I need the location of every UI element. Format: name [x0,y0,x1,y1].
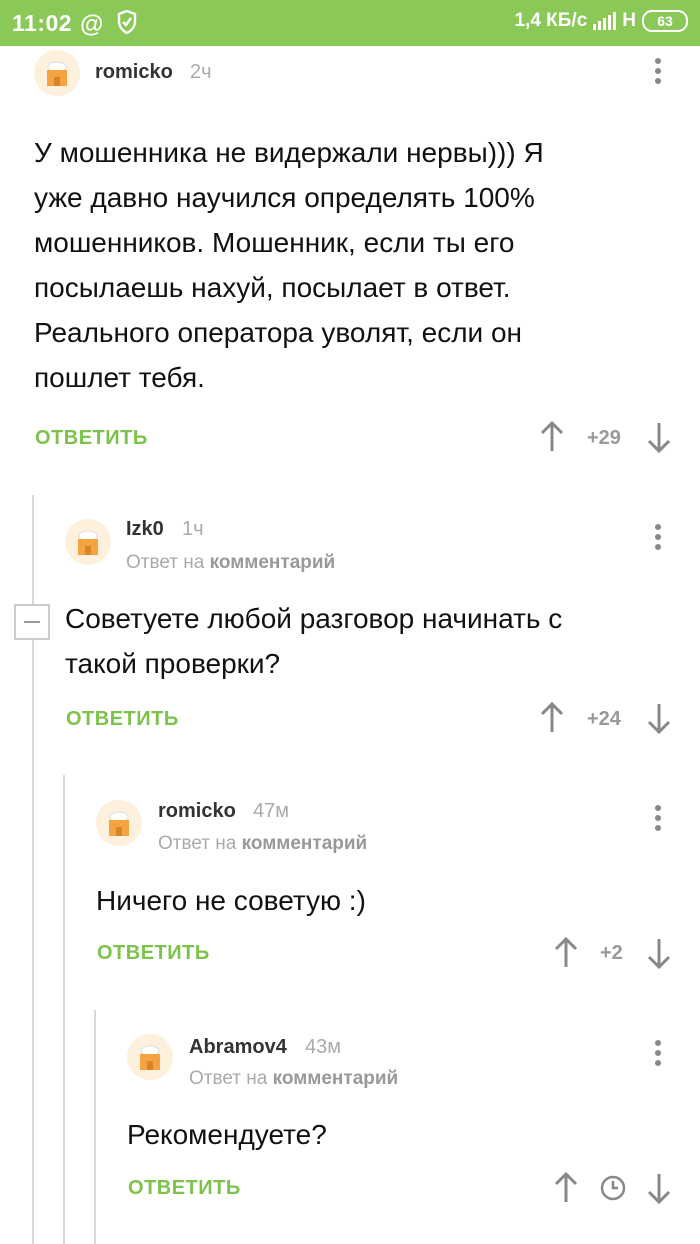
downvote-icon[interactable] [647,937,671,969]
more-menu-icon[interactable] [648,58,668,88]
comment-body: Ничего не советую :) [96,878,366,923]
shield-icon [117,9,137,39]
reply-to-prefix: Ответ на [189,1068,268,1089]
upvote-icon[interactable] [540,421,564,453]
reply-to-prefix: Ответ на [158,833,237,854]
comment-line: мошенников. Мошенник, если ты его [34,227,515,258]
comment-line: посылаешь нахуй, посылает в ответ. [34,272,511,303]
reply-button[interactable]: ОТВЕТИТЬ [97,942,210,965]
comment-line: уже давно научился определять 100% [34,182,535,213]
reply-to: Ответ на комментарий [126,552,335,574]
reply-to-link[interactable]: комментарий [210,552,336,573]
reply-to: Ответ на комментарий [158,833,367,855]
downvote-icon[interactable] [647,421,671,453]
avatar[interactable] [34,50,80,96]
reply-to: Ответ на комментарий [189,1068,398,1090]
rating-value: +2 [600,942,623,964]
reply-button[interactable]: ОТВЕТИТЬ [66,708,179,731]
at-icon: @ [80,10,104,38]
comment-time: 2ч [190,61,212,83]
comment-time: 1ч [182,518,204,540]
reply-button[interactable]: ОТВЕТИТЬ [128,1177,241,1200]
comment-line: Ничего не советую :) [96,885,366,916]
battery-level: 63 [657,13,673,29]
battery-icon: 63 [642,10,688,32]
upvote-icon[interactable] [540,702,564,734]
comment-body: У мошенника не видержали нервы))) Я уже … [34,130,544,400]
comment-author[interactable]: romicko [158,800,236,823]
downvote-icon[interactable] [647,702,671,734]
comment-line: такой проверки? [65,648,281,679]
rating-value: +29 [587,427,621,449]
comment-line: пошлет тебя. [34,362,205,393]
comment-line: Советуете любой разговор начинать с [65,603,563,634]
network-type: H [622,10,636,31]
comment-author[interactable]: romicko [95,61,173,84]
collapse-thread-button[interactable] [14,604,50,640]
upvote-icon[interactable] [554,937,578,969]
comment-body: Советуете любой разговор начинать с тако… [65,596,562,686]
avatar[interactable] [127,1034,173,1080]
comment-author[interactable]: Izk0 [126,518,164,541]
reply-button[interactable]: ОТВЕТИТЬ [35,427,148,450]
status-bar: 11:02 @ 1,4 КБ/с H 63 [0,0,700,46]
comment-line: У мошенника не видержали нервы))) Я [34,137,544,168]
thread-line [63,775,65,1244]
net-speed: 1,4 КБ/с [514,10,588,31]
rating-value: +24 [587,708,621,730]
avatar[interactable] [96,800,142,846]
comment-author[interactable]: Abramov4 [189,1036,287,1059]
reply-to-link[interactable]: комментарий [242,833,368,854]
reply-to-link[interactable]: комментарий [273,1068,399,1089]
comment-line: Реального оператора уволят, если он [34,317,523,348]
more-menu-icon[interactable] [648,1040,668,1070]
comment-body: Рекомендуете? [127,1112,327,1157]
avatar[interactable] [65,519,111,565]
clock-icon [600,1175,626,1201]
comment-time: 47м [253,800,289,822]
more-menu-icon[interactable] [648,524,668,554]
thread-line [94,1010,96,1244]
status-time: 11:02 [12,10,73,36]
reply-to-prefix: Ответ на [126,552,205,573]
more-menu-icon[interactable] [648,805,668,835]
signal-icon [593,12,617,30]
comment-time: 43м [305,1036,341,1058]
comment-line: Рекомендуете? [127,1119,327,1150]
upvote-icon[interactable] [554,1172,578,1204]
downvote-icon[interactable] [647,1172,671,1204]
